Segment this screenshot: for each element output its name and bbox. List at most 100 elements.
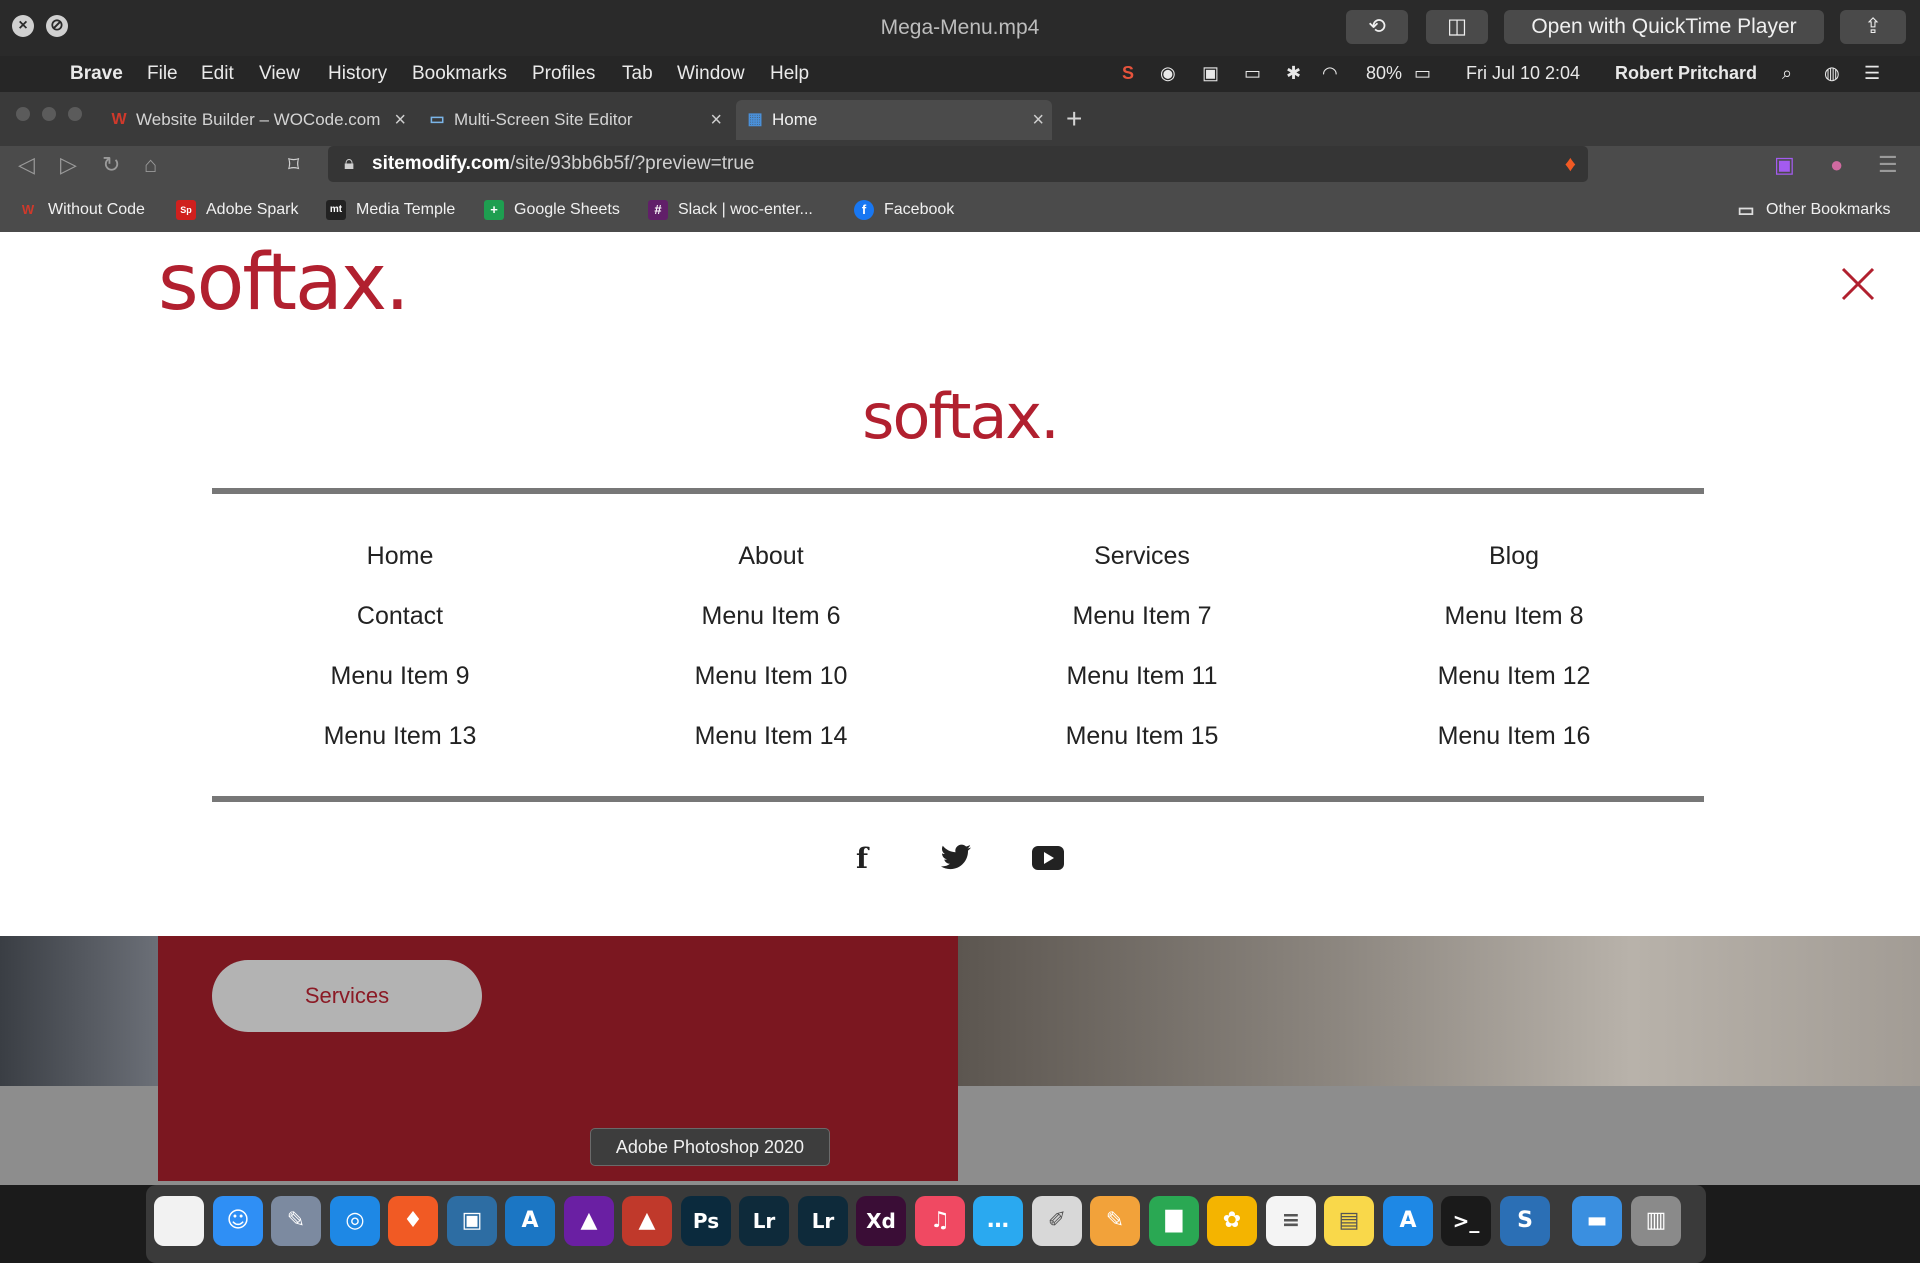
- menu-link-item-7[interactable]: Menu Item 7: [982, 602, 1302, 631]
- bluetooth-icon[interactable]: ✱: [1286, 63, 1301, 84]
- menu-help[interactable]: Help: [770, 63, 809, 85]
- menu-link-item-15[interactable]: Menu Item 15: [982, 722, 1302, 751]
- bookmark-media-temple[interactable]: mt Media Temple: [326, 200, 455, 220]
- menu-history[interactable]: History: [328, 63, 387, 85]
- music-app-icon[interactable]: ♫: [915, 1196, 965, 1246]
- reload-icon[interactable]: ↻: [102, 152, 120, 178]
- close-tab-icon[interactable]: ×: [1032, 100, 1044, 140]
- affinity-photo-app-icon[interactable]: ▲: [564, 1196, 614, 1246]
- menu-tab[interactable]: Tab: [622, 63, 653, 85]
- menu-link-item-11[interactable]: Menu Item 11: [982, 662, 1302, 691]
- lightroom-classic-app-icon[interactable]: Lr: [739, 1196, 789, 1246]
- home-icon[interactable]: ⌂: [144, 152, 157, 178]
- spotlight-search-icon[interactable]: ⌕: [1782, 63, 1792, 84]
- youtube-icon[interactable]: [1032, 846, 1064, 870]
- browser-minimize-button[interactable]: [42, 107, 56, 121]
- close-tab-icon[interactable]: ×: [394, 100, 406, 140]
- menu-link-about[interactable]: About: [611, 542, 931, 571]
- screen-app-icon[interactable]: ▣: [447, 1196, 497, 1246]
- app-store-app-icon[interactable]: A: [1383, 1196, 1433, 1246]
- battery-icon[interactable]: ▭: [1414, 63, 1431, 84]
- photos-app-icon[interactable]: ✿: [1207, 1196, 1257, 1246]
- sitemodify-app-icon[interactable]: S: [1500, 1196, 1550, 1246]
- tab-home[interactable]: ▦ Home ×: [736, 100, 1052, 140]
- site-logo[interactable]: softax.: [158, 238, 410, 328]
- wifi-icon[interactable]: ◠: [1322, 63, 1338, 84]
- menu-file[interactable]: File: [147, 63, 178, 85]
- bookmark-google-sheets[interactable]: + Google Sheets: [484, 200, 620, 220]
- trim-icon[interactable]: ◫: [1426, 10, 1488, 44]
- extension-icon[interactable]: ▣: [1774, 152, 1795, 178]
- close-menu-icon[interactable]: [1840, 266, 1876, 302]
- menu-link-services[interactable]: Services: [982, 542, 1302, 571]
- menu-link-item-12[interactable]: Menu Item 12: [1354, 662, 1674, 691]
- menu-icon[interactable]: ☰: [1878, 152, 1898, 178]
- menu-link-item-6[interactable]: Menu Item 6: [611, 602, 931, 631]
- menu-app-name[interactable]: Brave: [70, 63, 123, 85]
- menu-link-item-13[interactable]: Menu Item 13: [240, 722, 560, 751]
- folder-app-icon[interactable]: ▬: [1572, 1196, 1622, 1246]
- new-tab-icon[interactable]: +: [1066, 103, 1082, 135]
- user-name[interactable]: Robert Pritchard: [1615, 63, 1757, 84]
- profile-avatar-icon[interactable]: ●: [1830, 152, 1843, 178]
- bookmark-icon[interactable]: ⌑: [288, 152, 299, 178]
- twitter-icon[interactable]: [940, 844, 972, 872]
- lightroom-app-icon[interactable]: Lr: [798, 1196, 848, 1246]
- close-tab-icon[interactable]: ×: [710, 100, 722, 140]
- xd-app-icon[interactable]: Xd: [856, 1196, 906, 1246]
- notifications-icon[interactable]: ▣: [1202, 63, 1219, 84]
- menu-window[interactable]: Window: [677, 63, 745, 85]
- siri-icon[interactable]: ◍: [1824, 63, 1840, 84]
- rotate-icon[interactable]: ⟲: [1346, 10, 1408, 44]
- tab-multi-screen-editor[interactable]: ▭ Multi-Screen Site Editor ×: [418, 100, 730, 140]
- numbers-app-icon[interactable]: ▇: [1149, 1196, 1199, 1246]
- tab-website-builder[interactable]: W Website Builder – WOCode.com ×: [100, 100, 414, 140]
- brave-app-icon[interactable]: ♦: [388, 1196, 438, 1246]
- menu-link-item-9[interactable]: Menu Item 9: [240, 662, 560, 691]
- bookmark-without-code[interactable]: W Without Code: [18, 201, 145, 219]
- open-with-quicktime-button[interactable]: Open with QuickTime Player: [1504, 10, 1824, 44]
- bookmark-slack[interactable]: # Slack | woc-enter...: [648, 200, 813, 220]
- menu-link-item-8[interactable]: Menu Item 8: [1354, 602, 1674, 631]
- pages-app-icon[interactable]: ✎: [1090, 1196, 1140, 1246]
- messages-app-icon[interactable]: …: [973, 1196, 1023, 1246]
- other-bookmarks[interactable]: ▭ Other Bookmarks: [1736, 200, 1890, 220]
- menu-view[interactable]: View: [259, 63, 300, 85]
- trash-app-icon[interactable]: ▥: [1631, 1196, 1681, 1246]
- affinity-publisher-app-icon[interactable]: ▲: [622, 1196, 672, 1246]
- menu-profiles[interactable]: Profiles: [532, 63, 595, 85]
- safari-app-icon[interactable]: ◎: [330, 1196, 380, 1246]
- affinity-designer-app-icon[interactable]: A: [505, 1196, 555, 1246]
- photoshop-app-icon[interactable]: Ps: [681, 1196, 731, 1246]
- services-button[interactable]: Services: [212, 960, 482, 1032]
- preview-app-icon[interactable]: ✎: [271, 1196, 321, 1246]
- menu-link-item-10[interactable]: Menu Item 10: [611, 662, 931, 691]
- reminders-app-icon[interactable]: ≡: [1266, 1196, 1316, 1246]
- menu-bookmarks[interactable]: Bookmarks: [412, 63, 507, 85]
- finder-app-icon[interactable]: ☺: [213, 1196, 263, 1246]
- notes-app-icon[interactable]: [154, 1196, 204, 1246]
- textedit-app-icon[interactable]: ✐: [1032, 1196, 1082, 1246]
- creative-cloud-icon[interactable]: ◉: [1160, 63, 1176, 84]
- facebook-icon[interactable]: f: [856, 842, 868, 875]
- bookmark-adobe-spark[interactable]: Sp Adobe Spark: [176, 200, 299, 220]
- back-icon[interactable]: ◁: [18, 152, 35, 178]
- airplay-icon[interactable]: ▭: [1244, 63, 1261, 84]
- menu-edit[interactable]: Edit: [201, 63, 234, 85]
- mega-menu-logo[interactable]: softax.: [0, 380, 1920, 453]
- notification-center-icon[interactable]: ☰: [1864, 63, 1880, 84]
- clock[interactable]: Fri Jul 10 2:04: [1466, 63, 1580, 84]
- terminal-app-icon[interactable]: >_: [1441, 1196, 1491, 1246]
- browser-zoom-button[interactable]: [68, 107, 82, 121]
- forward-icon[interactable]: ▷: [60, 152, 77, 178]
- menu-link-item-14[interactable]: Menu Item 14: [611, 722, 931, 751]
- address-bar[interactable]: 🔒︎ sitemodify.com/site/93bb6b5f/?preview…: [328, 146, 1588, 182]
- menu-link-blog[interactable]: Blog: [1354, 542, 1674, 571]
- browser-close-button[interactable]: [16, 107, 30, 121]
- stickies-app-icon[interactable]: ▤: [1324, 1196, 1374, 1246]
- sitemodify-status-icon[interactable]: S: [1122, 63, 1134, 84]
- menu-link-item-16[interactable]: Menu Item 16: [1354, 722, 1674, 751]
- menu-link-contact[interactable]: Contact: [240, 602, 560, 631]
- share-icon[interactable]: ⇪: [1840, 10, 1906, 44]
- bookmark-facebook[interactable]: f Facebook: [854, 200, 954, 220]
